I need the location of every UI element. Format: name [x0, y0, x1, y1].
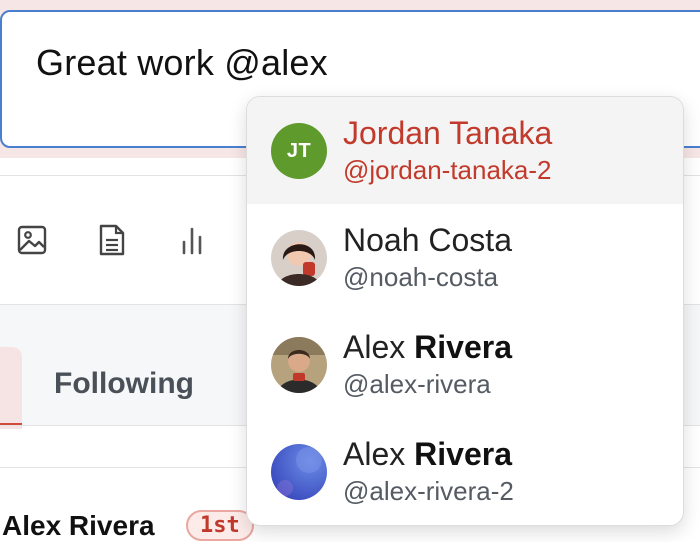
mention-name-plain: Alex — [343, 436, 415, 472]
mention-name-plain: Alex — [343, 329, 415, 365]
mention-name-match: Rivera — [414, 436, 512, 472]
avatar — [271, 337, 327, 393]
avatar — [271, 230, 327, 286]
mention-name: Noah Costa — [343, 222, 512, 258]
mention-handle: @jordan-tanaka-2 — [343, 155, 552, 185]
mention-option[interactable]: Noah Costa @noah-costa — [247, 204, 683, 311]
image-icon[interactable] — [14, 222, 50, 258]
document-icon[interactable] — [94, 222, 130, 258]
mention-handle: @alex-rivera — [343, 369, 491, 399]
avatar-initials: JT — [271, 123, 327, 179]
mention-handle: @noah-costa — [343, 262, 499, 292]
mention-option[interactable]: Alex Rivera @alex-rivera — [247, 311, 683, 418]
mention-name: Alex Rivera — [343, 436, 512, 473]
composer-text: Great work @alex — [36, 42, 328, 83]
mention-name: Jordan Tanaka — [343, 115, 553, 151]
avatar: JT — [271, 123, 327, 179]
mention-suggestions-dropdown: JT Jordan Tanaka @jordan-tanaka-2 Noah C… — [246, 96, 684, 526]
mention-name: Alex Rivera — [343, 329, 512, 366]
mention-option[interactable]: JT Jordan Tanaka @jordan-tanaka-2 — [247, 97, 683, 204]
tab-active[interactable] — [0, 347, 22, 429]
post-author-name[interactable]: Alex Rivera — [2, 510, 155, 542]
tab-following[interactable]: Following — [54, 367, 194, 401]
poll-icon[interactable] — [174, 222, 210, 258]
avatar — [271, 444, 327, 500]
mention-option[interactable]: Alex Rivera @alex-rivera-2 — [247, 418, 683, 525]
mention-handle: @alex-rivera-2 — [343, 476, 514, 506]
connection-badge: 1st — [186, 510, 254, 541]
mention-name-match: Rivera — [414, 329, 512, 365]
